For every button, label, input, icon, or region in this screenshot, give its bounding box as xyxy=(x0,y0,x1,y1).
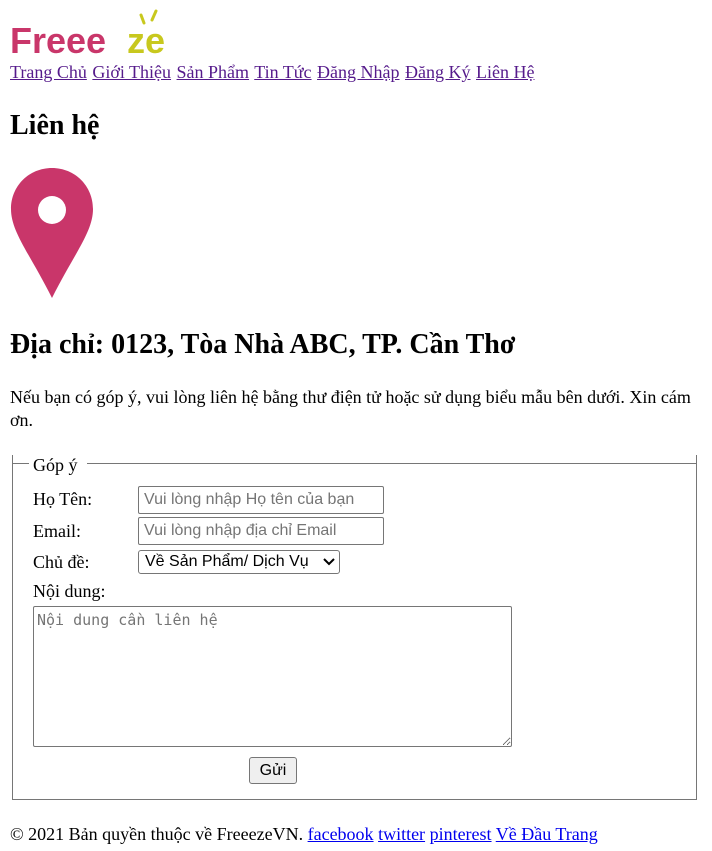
footer-link-pinterest[interactable]: pinterest xyxy=(430,824,492,844)
chevron-down-icon xyxy=(323,558,335,566)
message-label: Nội dung: xyxy=(33,581,106,601)
page-title: Liên hệ xyxy=(10,110,100,141)
footer: © 2021 Bản quyền thuộc về FreeezeVN. fac… xyxy=(10,822,598,846)
logo-text-main: Freee xyxy=(10,20,106,57)
nav-link-contact[interactable]: Liên Hệ xyxy=(476,62,534,82)
main-nav: Trang Chủ Giới Thiệu Sản Phẩm Tin Tức Đă… xyxy=(10,60,536,84)
subject-selected-value: Về Sản Phẩm/ Dịch Vụ xyxy=(145,553,309,570)
nav-link-news[interactable]: Tin Tức xyxy=(254,62,311,82)
logo-text-accent: ze xyxy=(127,20,165,57)
name-label: Họ Tên: xyxy=(33,489,93,509)
email-input[interactable] xyxy=(138,517,384,545)
name-input[interactable] xyxy=(138,486,384,514)
footer-link-twitter[interactable]: twitter xyxy=(378,824,425,844)
map-pin-icon xyxy=(11,168,93,298)
nav-link-home[interactable]: Trang Chủ xyxy=(10,62,87,82)
nav-link-products[interactable]: Sản Phẩm xyxy=(177,62,250,82)
email-label: Email: xyxy=(33,521,81,541)
nav-link-register[interactable]: Đăng Ký xyxy=(405,62,471,82)
copyright-text: © 2021 Bản quyền thuộc về FreeezeVN. xyxy=(10,824,304,844)
subject-select[interactable]: Về Sản Phẩm/ Dịch Vụ xyxy=(138,550,340,574)
subject-label: Chủ đề: xyxy=(33,552,90,572)
nav-link-login[interactable]: Đăng Nhập xyxy=(317,62,399,82)
footer-link-back-to-top[interactable]: Về Đầu Trang xyxy=(496,824,598,844)
freeeze-logo[interactable]: Freee ze xyxy=(10,9,186,57)
intro-text: Nếu bạn có góp ý, vui lòng liên hệ bằng … xyxy=(10,387,691,430)
footer-link-facebook[interactable]: facebook xyxy=(308,824,374,844)
address-heading: Địa chỉ: 0123, Tòa Nhà ABC, TP. Cần Thơ xyxy=(10,329,516,360)
submit-button[interactable]: Gửi xyxy=(249,757,297,784)
feedback-legend: Góp ý xyxy=(33,455,78,475)
nav-link-about[interactable]: Giới Thiệu xyxy=(92,62,171,82)
message-textarea[interactable] xyxy=(33,606,512,747)
